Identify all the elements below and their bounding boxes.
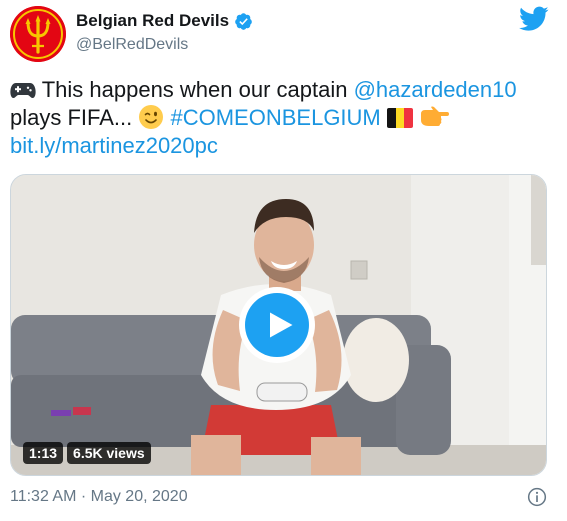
verified-badge-icon: [235, 12, 252, 30]
tweet-text-part2: plays FIFA...: [10, 105, 139, 130]
play-icon: [269, 312, 292, 338]
account-info: Belgian Red Devils @BelRedDevils: [76, 10, 253, 56]
play-button[interactable]: [239, 287, 315, 363]
display-name[interactable]: Belgian Red Devils: [76, 10, 229, 32]
video-duration: 1:13: [23, 442, 64, 464]
tweet-text: This happens when our captain @hazardede…: [10, 76, 555, 160]
pointing-right-icon: [421, 106, 450, 126]
belgium-flag-icon: [386, 108, 413, 128]
play-button-inner: [245, 293, 309, 357]
video-player[interactable]: 1:13 6.5K views: [10, 174, 547, 476]
video-game-controller-icon: [10, 83, 36, 98]
winking-face-icon: [139, 105, 164, 129]
red-devils-trident-logo: [10, 6, 66, 62]
info-icon[interactable]: [527, 487, 547, 507]
tweet-header: Belgian Red Devils @BelRedDevils: [10, 6, 557, 62]
tweet-timestamp[interactable]: 11:32 AM · May 20, 2020: [10, 486, 188, 508]
video-badges: 1:13 6.5K views: [23, 442, 151, 464]
tweet-text-part1: This happens when our captain: [41, 77, 354, 102]
account-handle[interactable]: @BelRedDevils: [76, 34, 253, 56]
hashtag-link[interactable]: #COMEONBELGIUM: [171, 105, 381, 130]
twitter-bird-icon[interactable]: [519, 6, 549, 32]
avatar[interactable]: [10, 6, 66, 62]
external-link[interactable]: bit.ly/martinez2020pc: [10, 133, 218, 158]
video-views: 6.5K views: [67, 442, 151, 464]
mention-link[interactable]: @hazardeden10: [354, 77, 517, 102]
